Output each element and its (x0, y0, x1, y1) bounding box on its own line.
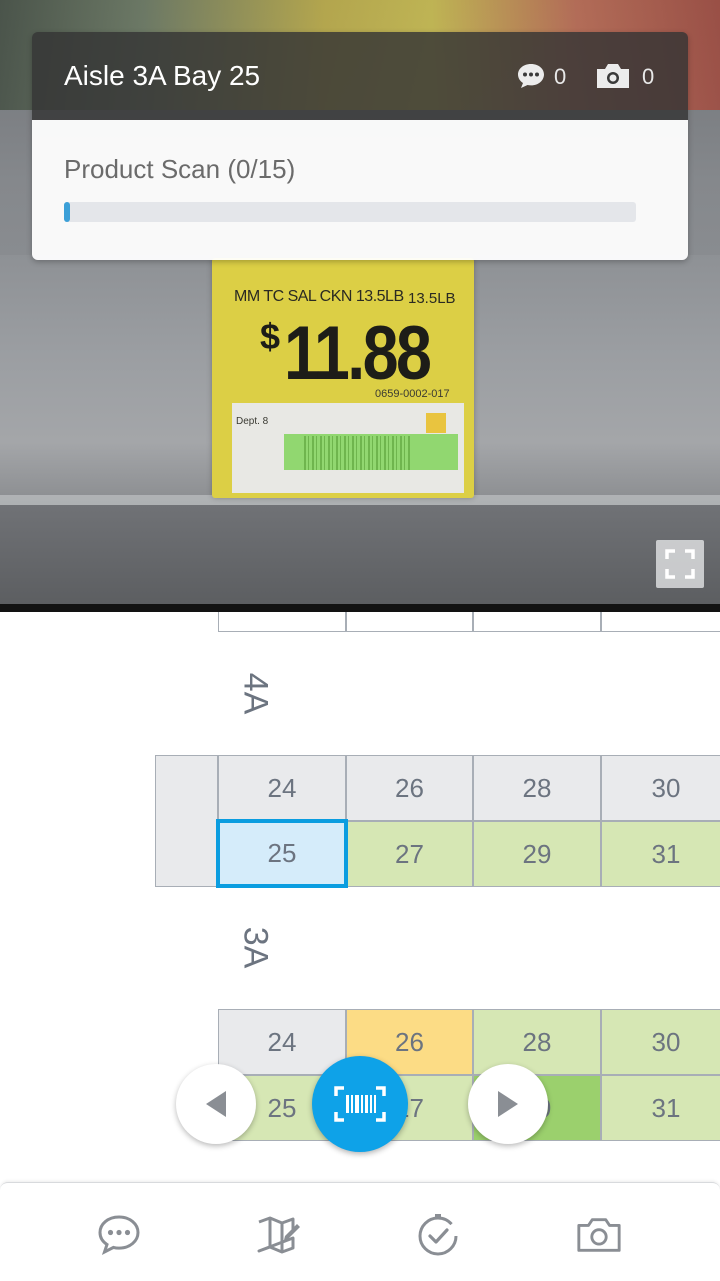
scan-progress-fill (64, 202, 70, 222)
barcode-detection-overlay (284, 434, 458, 470)
map-cell[interactable]: 28 (473, 755, 601, 821)
check-circle-icon (418, 1214, 458, 1256)
bay-info-card: Aisle 3A Bay 25 0 0 Product Scan (0/15) (32, 32, 688, 260)
price-tag-item: MM TC SAL CKN 13.5LB (234, 288, 404, 305)
map-cell[interactable] (218, 612, 346, 632)
map-edit-icon (257, 1216, 300, 1254)
scan-button[interactable] (312, 1056, 408, 1152)
map-cell[interactable]: 30 (601, 1009, 720, 1075)
price-tag-price: 11.88 (284, 311, 432, 396)
map-cell[interactable]: 30 (601, 755, 720, 821)
comment-icon (98, 1215, 140, 1256)
price-tag: MM TC SAL CKN 13.5LB 13.5LB $ 11.88 0659… (212, 258, 474, 498)
camera-icon[interactable] (594, 62, 632, 90)
camera-icon (577, 1218, 621, 1252)
triangle-left-icon (206, 1091, 226, 1117)
price-tag-marker (426, 413, 446, 433)
price-tag-code: 0659-0002-017 (375, 388, 450, 400)
map-cell[interactable]: 28 (473, 1009, 601, 1075)
price-tag-dept: Dept. 8 (236, 416, 269, 427)
map-cell[interactable] (346, 612, 473, 632)
previous-bay-button[interactable] (176, 1064, 256, 1144)
map-cell[interactable]: 24 (218, 755, 346, 821)
aisle-label: 4A (236, 672, 275, 715)
map-cell[interactable]: 31 (601, 821, 720, 887)
comment-icon[interactable] (516, 62, 546, 90)
price-tag-weight: 13.5LB (408, 290, 456, 307)
camera-lower-area (0, 505, 720, 604)
comment-count: 0 (554, 64, 567, 89)
triangle-right-icon (498, 1091, 518, 1117)
map-cell[interactable]: 29 (473, 821, 601, 887)
map-endcap (155, 755, 218, 887)
page-title: Aisle 3A Bay 25 (64, 60, 261, 91)
next-bay-button[interactable] (468, 1064, 548, 1144)
card-body: Product Scan (0/15) (32, 120, 688, 260)
price-tag-currency: $ (260, 316, 281, 357)
map-cell[interactable]: 26 (346, 755, 473, 821)
map-cell[interactable] (601, 612, 720, 632)
barcode-scan-icon (334, 1086, 386, 1122)
fullscreen-button[interactable] (656, 540, 704, 588)
photo-count: 0 (642, 64, 655, 89)
map-cell[interactable]: 31 (601, 1075, 720, 1141)
tab-comments[interactable] (95, 1211, 143, 1259)
tab-map-edit[interactable] (254, 1211, 302, 1259)
fullscreen-icon (665, 549, 695, 579)
card-header: Aisle 3A Bay 25 0 0 (32, 32, 688, 120)
tab-camera[interactable] (575, 1211, 623, 1259)
map-cell[interactable] (473, 612, 601, 632)
bottom-tab-bar (0, 1182, 720, 1281)
scan-progress-bar (64, 202, 636, 222)
map-cell[interactable]: 27 (346, 821, 473, 887)
aisle-label: 3A (236, 926, 275, 969)
map-cell-selected[interactable]: 25 (216, 819, 348, 888)
map-cell[interactable]: 24 (218, 1009, 346, 1075)
scan-progress-label: Product Scan (0/15) (64, 154, 296, 184)
camera-divider (0, 604, 720, 612)
tab-checklist[interactable] (414, 1211, 462, 1259)
